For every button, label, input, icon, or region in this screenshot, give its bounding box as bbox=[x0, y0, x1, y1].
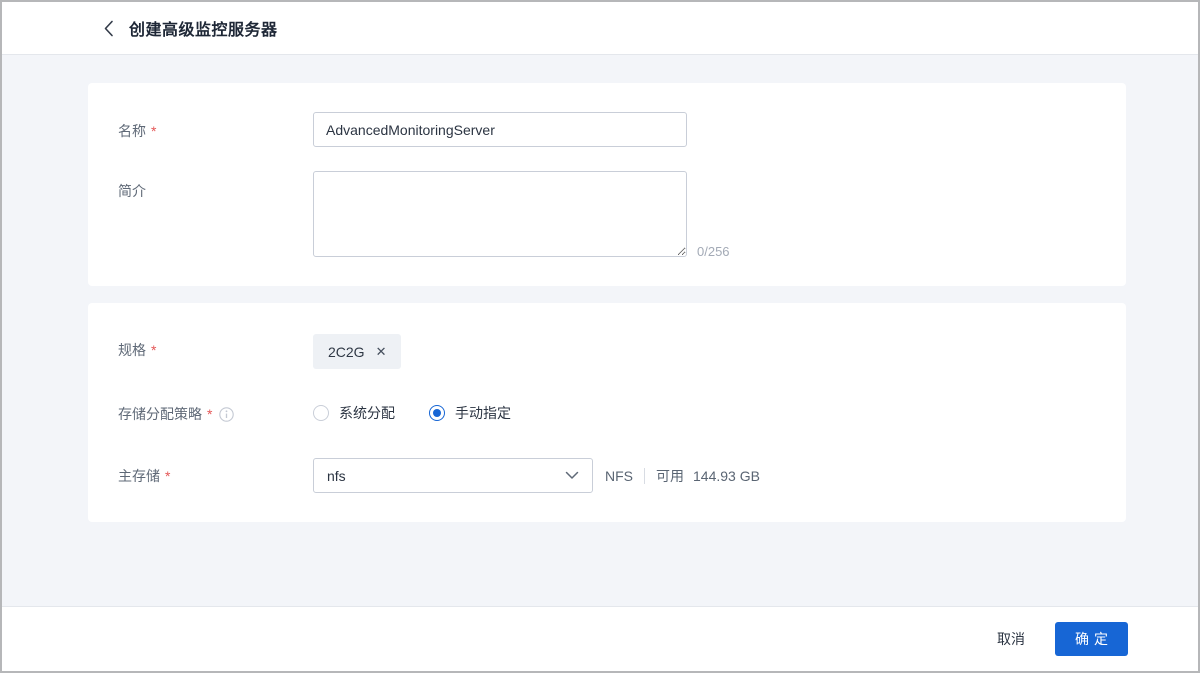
basic-info-card: 名称* 简介 0/256 bbox=[88, 83, 1126, 286]
name-input[interactable] bbox=[313, 112, 687, 147]
footer-actions: 取消 确定 bbox=[2, 606, 1198, 671]
create-monitoring-server-page: 创建高级监控服务器 名称* 简介 0/256 规格* 2C2G ✕ bbox=[0, 0, 1200, 673]
required-mark: * bbox=[151, 123, 156, 139]
cancel-button[interactable]: 取消 bbox=[997, 629, 1025, 649]
tag-remove-icon[interactable]: ✕ bbox=[376, 345, 387, 358]
selected-storage-value: nfs bbox=[327, 468, 346, 484]
char-counter: 0/256 bbox=[697, 244, 730, 259]
radio-label: 手动指定 bbox=[455, 403, 511, 423]
spec-label: 规格* bbox=[118, 340, 156, 360]
chevron-down-icon bbox=[565, 471, 579, 480]
config-card: 规格* 2C2G ✕ 存储分配策略* 系统分配 手动指定 bbox=[88, 303, 1126, 522]
primary-storage-label: 主存储* bbox=[118, 466, 170, 486]
page-title: 创建高级监控服务器 bbox=[129, 16, 278, 40]
required-mark: * bbox=[151, 342, 156, 358]
storage-info: NFS 可用 144.93 GB bbox=[605, 458, 760, 493]
chevron-left-icon bbox=[103, 20, 114, 37]
form-content: 名称* 简介 0/256 规格* 2C2G ✕ 存储分配策略* bbox=[2, 55, 1198, 606]
radio-manual-specify[interactable]: 手动指定 bbox=[429, 403, 511, 423]
description-label: 简介 bbox=[118, 181, 146, 201]
storage-type: NFS bbox=[605, 468, 633, 484]
radio-circle bbox=[429, 405, 445, 421]
available-label: 可用 bbox=[656, 466, 684, 486]
info-icon[interactable] bbox=[219, 407, 234, 422]
back-button[interactable] bbox=[103, 20, 114, 37]
storage-policy-label: 存储分配策略* bbox=[118, 404, 234, 424]
page-header: 创建高级监控服务器 bbox=[2, 2, 1198, 55]
divider bbox=[644, 468, 645, 484]
confirm-button-label: 确定 bbox=[1075, 629, 1113, 649]
available-value: 144.93 GB bbox=[693, 468, 760, 484]
confirm-button[interactable]: 确定 bbox=[1055, 622, 1128, 656]
required-mark: * bbox=[165, 468, 170, 484]
storage-policy-options: 系统分配 手动指定 bbox=[313, 403, 511, 423]
name-label: 名称* bbox=[118, 121, 156, 141]
spec-tag: 2C2G ✕ bbox=[313, 334, 401, 369]
radio-system-allocation[interactable]: 系统分配 bbox=[313, 403, 395, 423]
radio-circle bbox=[313, 405, 329, 421]
required-mark: * bbox=[207, 406, 212, 422]
primary-storage-select[interactable]: nfs bbox=[313, 458, 593, 493]
radio-label: 系统分配 bbox=[339, 403, 395, 423]
description-textarea[interactable] bbox=[313, 171, 687, 257]
spec-tag-label: 2C2G bbox=[328, 344, 365, 360]
